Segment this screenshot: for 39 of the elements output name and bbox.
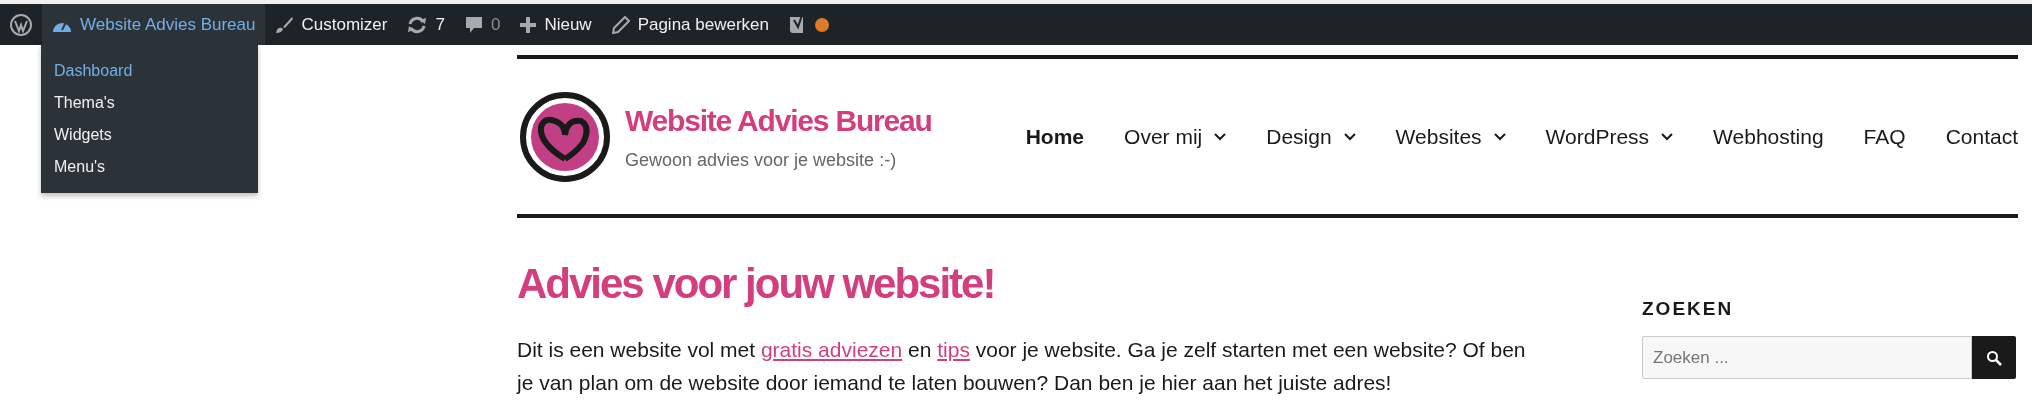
nav-link[interactable]: Design	[1266, 124, 1356, 149]
site-title[interactable]: Website Advies Bureau	[625, 102, 932, 140]
nav-link[interactable]: Contact	[1945, 124, 2018, 149]
widget-title: ZOEKEN	[1642, 298, 1735, 320]
submenu-item[interactable]: Thema's	[41, 87, 258, 119]
search-field[interactable]: Zoeken ...	[1642, 336, 1972, 379]
heart-logo-icon	[519, 90, 611, 183]
nav-link[interactable]: Home	[1025, 124, 1085, 149]
site-tagline: Gewoon advies voor je website :-)	[625, 149, 898, 171]
search-button[interactable]	[1972, 336, 2016, 379]
nav-link[interactable]: Websites	[1395, 124, 1506, 149]
submenu-item[interactable]: Dashboard	[41, 55, 258, 87]
text-link[interactable]: tips	[937, 337, 970, 361]
submenu-item[interactable]: Menu's	[41, 151, 258, 183]
pencil-icon	[611, 15, 630, 34]
new-button[interactable]: Nieuw	[510, 4, 602, 45]
nav-link[interactable]: Webhosting	[1713, 124, 1824, 149]
edit-button[interactable]: Pagina bewerken	[601, 4, 779, 45]
brush-icon	[275, 15, 294, 34]
comments-button[interactable]: 0	[454, 4, 511, 45]
refresh-icon	[407, 15, 428, 34]
nav-link[interactable]: Over mij	[1124, 124, 1227, 149]
nav-link[interactable]: WordPress	[1545, 124, 1674, 149]
chevron-down-icon	[1493, 132, 1506, 141]
updates-button[interactable]: 7	[397, 4, 455, 45]
submenu-item[interactable]: Widgets	[41, 119, 258, 151]
text-link[interactable]: gratis adviezen	[760, 337, 903, 361]
comment-icon	[464, 15, 483, 34]
plus-icon	[520, 16, 537, 33]
nav-link[interactable]: FAQ	[1863, 124, 1906, 149]
customizer-button[interactable]: Customizer	[265, 4, 398, 45]
chevron-down-icon	[1343, 132, 1356, 141]
chevron-down-icon	[1214, 132, 1227, 141]
site-menu-button[interactable]: Website Advies Bureau	[42, 4, 266, 45]
chevron-down-icon	[1661, 132, 1674, 141]
search-icon	[1986, 349, 2002, 366]
wordpress-logo-icon	[10, 13, 32, 36]
page-heading: Advies voor jouw website!	[517, 259, 996, 309]
intro-paragraph: Dit is een website vol met gratis adviezen en tips voor je website. Ga je zelf starten met een website? Of ben je van plan om de website door iemand te laten bouwen? Dan ben je hier aan het juiste adres!	[517, 336, 1527, 396]
